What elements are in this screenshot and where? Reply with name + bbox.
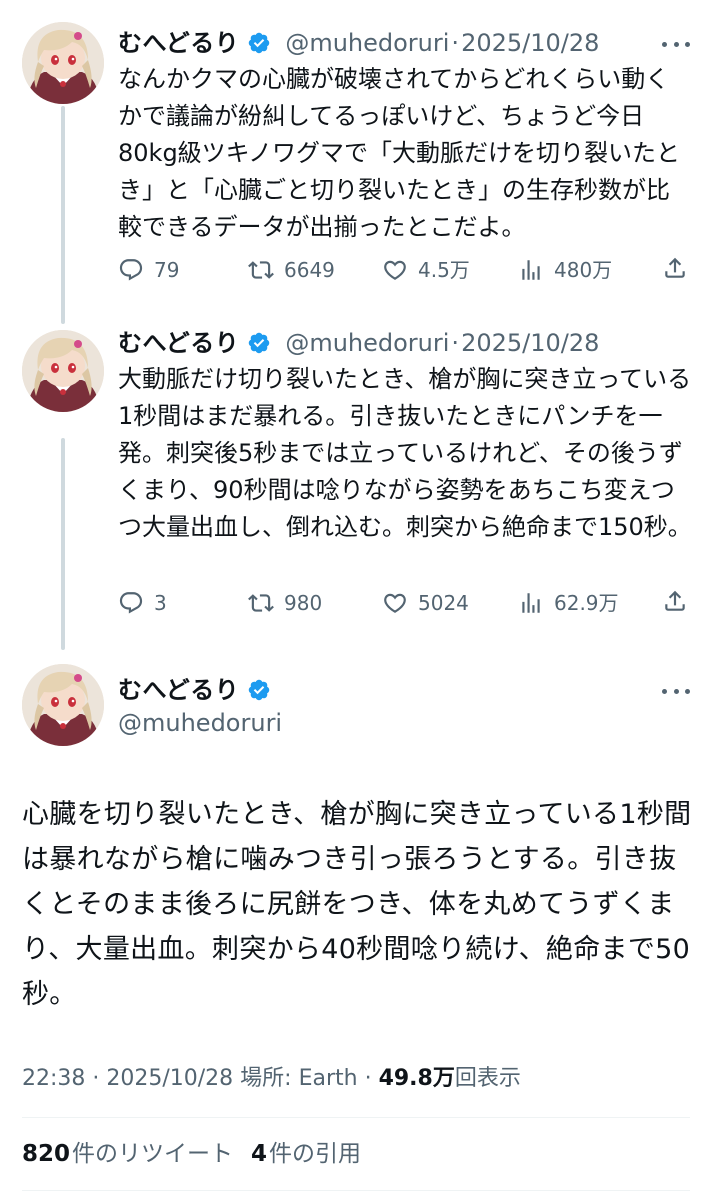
- views-button[interactable]: 480万: [518, 255, 612, 285]
- divider: [22, 1190, 690, 1191]
- heart-icon: [384, 593, 406, 613]
- tweet-actions: 79 6649 4.5万 480万: [118, 255, 690, 285]
- heart-icon: [384, 260, 406, 280]
- divider: [22, 1117, 690, 1118]
- like-count: 5024: [418, 591, 469, 615]
- tweet-text: なんかクマの心臓が破壊されてからどれくらい動くかで議論が紛糾してるっぽいけど、ち…: [118, 65, 680, 241]
- tweet-header: むへどるり @muhedoruri · 2025/10/28: [118, 28, 599, 58]
- retweet-count: 980: [284, 591, 323, 615]
- verified-badge-icon: [247, 331, 271, 355]
- thread-connector: [61, 106, 65, 324]
- author-name[interactable]: むへどるり: [118, 675, 239, 705]
- engagement-stats: 820件のリツイート 4件の引用: [22, 1139, 361, 1169]
- author-name[interactable]: むへどるり: [118, 28, 239, 58]
- separator-dot: ·: [451, 29, 460, 57]
- reply-button[interactable]: 3: [118, 588, 167, 618]
- reply-count: 79: [154, 258, 180, 282]
- retweet-label: 件のリツイート: [72, 1141, 234, 1167]
- quote-label: 件の引用: [269, 1141, 362, 1167]
- like-count: 4.5万: [418, 258, 470, 282]
- author-handle[interactable]: @muhedoruri: [118, 708, 282, 738]
- author-handle[interactable]: @muhedoruri: [285, 28, 449, 58]
- share-button[interactable]: [662, 588, 688, 614]
- share-button[interactable]: [662, 255, 688, 281]
- retweet-count: 6649: [284, 258, 335, 282]
- tweet-date[interactable]: 2025/10/28: [461, 328, 599, 358]
- tweet-text: 大動脈だけ切り裂いたとき、槍が胸に突き立っている1秒間はまだ暴れる。引き抜いたと…: [118, 365, 692, 541]
- retweet-total: 820: [22, 1141, 71, 1167]
- avatar[interactable]: [22, 664, 104, 746]
- retweet-stat[interactable]: 820件のリツイート: [22, 1141, 233, 1167]
- author-handle[interactable]: @muhedoruri: [285, 328, 449, 358]
- tweet-timestamp[interactable]: 22:38 · 2025/10/28 場所: Earth ·: [22, 1066, 379, 1091]
- like-button[interactable]: 5024: [382, 588, 469, 618]
- retweet-button[interactable]: 980: [248, 588, 322, 618]
- reply-button[interactable]: 79: [118, 255, 179, 285]
- thread-connector: [61, 438, 65, 650]
- separator-dot: ·: [451, 329, 460, 357]
- tweet-date[interactable]: 2025/10/28: [461, 28, 599, 58]
- view-label: 回表示: [454, 1066, 521, 1091]
- author-name[interactable]: むへどるり: [118, 328, 239, 358]
- view-count: 480万: [554, 258, 613, 282]
- views-button[interactable]: 62.9万: [518, 588, 619, 618]
- retweet-icon: [248, 594, 274, 612]
- retweet-icon: [248, 261, 274, 279]
- view-count: 49.8万: [378, 1066, 455, 1091]
- quote-total: 4: [251, 1141, 268, 1167]
- reply-count: 3: [154, 591, 167, 615]
- verified-badge-icon: [247, 678, 271, 702]
- tweet-actions: 3 980 5024 62.9万: [118, 588, 690, 618]
- reply-icon: [119, 592, 143, 614]
- analytics-icon: [522, 593, 540, 613]
- share-icon: [665, 257, 685, 278]
- main-tweet-text: 心臓を切り裂いたとき、槍が胸に突き立っている1秒間は暴れながら槍に噛みつき引っ張…: [22, 799, 692, 1010]
- more-icon[interactable]: [662, 39, 690, 49]
- tweet-header: むへどるり: [118, 675, 271, 705]
- tweet-meta: 22:38 · 2025/10/28 場所: Earth · 49.8万回表示: [22, 1064, 521, 1094]
- verified-badge-icon: [247, 31, 271, 55]
- retweet-button[interactable]: 6649: [248, 255, 335, 285]
- avatar[interactable]: [22, 22, 104, 104]
- more-icon[interactable]: [662, 686, 690, 696]
- like-button[interactable]: 4.5万: [382, 255, 470, 285]
- reply-icon: [119, 259, 143, 281]
- quote-stat[interactable]: 4件の引用: [251, 1141, 361, 1167]
- view-count: 62.9万: [554, 591, 619, 615]
- share-icon: [665, 590, 685, 611]
- analytics-icon: [522, 260, 540, 280]
- tweet-header: むへどるり @muhedoruri · 2025/10/28: [118, 328, 599, 358]
- avatar[interactable]: [22, 330, 104, 412]
